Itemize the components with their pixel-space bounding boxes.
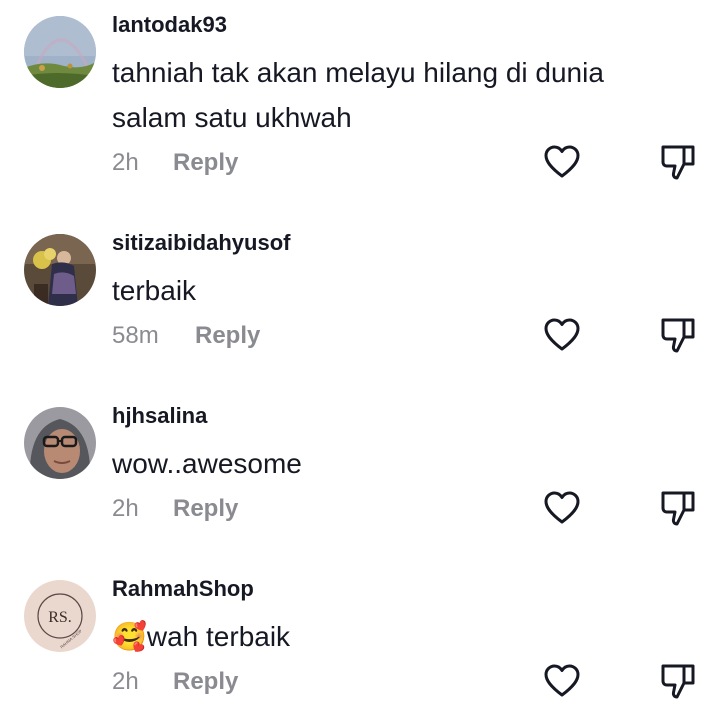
comment-username[interactable]: hjhsalina xyxy=(112,403,207,429)
thumbs-down-outline-icon xyxy=(661,491,695,526)
dislike-button[interactable] xyxy=(658,315,698,355)
heart-outline-icon xyxy=(544,318,580,351)
reply-button[interactable]: Reply xyxy=(173,495,238,523)
reply-button[interactable]: Reply xyxy=(173,149,238,177)
avatar[interactable]: RS. RAHMA SHOP xyxy=(24,580,96,652)
dislike-button[interactable] xyxy=(658,661,698,701)
comment-username[interactable]: sitizaibidahyusof xyxy=(112,230,290,256)
logo-text: RS. xyxy=(48,609,72,626)
comment-text: 🥰wah terbaik xyxy=(112,614,672,659)
avatar[interactable] xyxy=(24,234,96,306)
comment-text: wow..awesome xyxy=(112,448,302,479)
comment-username[interactable]: lantodak93 xyxy=(112,12,227,38)
comment-username[interactable]: RahmahShop xyxy=(112,576,254,602)
comment-timestamp: 2h xyxy=(112,149,139,176)
heart-outline-icon xyxy=(544,664,580,697)
reply-button[interactable]: Reply xyxy=(173,668,238,696)
rainbow-landscape-avatar-image xyxy=(24,16,96,88)
woman-portrait-avatar-image xyxy=(24,234,96,306)
smiling-face-with-hearts-emoji: 🥰 xyxy=(112,620,147,653)
like-button[interactable] xyxy=(542,142,582,182)
heart-outline-icon xyxy=(544,491,580,524)
like-button[interactable] xyxy=(542,488,582,528)
comment-text: tahniah tak akan melayu hilang di dunia … xyxy=(112,50,672,140)
like-button[interactable] xyxy=(542,661,582,701)
dislike-button[interactable] xyxy=(658,142,698,182)
avatar[interactable] xyxy=(24,407,96,479)
thumbs-down-outline-icon xyxy=(661,145,695,180)
comment-timestamp: 58m xyxy=(112,322,159,349)
heart-outline-icon xyxy=(544,145,580,178)
thumbs-down-outline-icon xyxy=(661,318,695,353)
avatar[interactable] xyxy=(24,16,96,88)
comment-timestamp: 2h xyxy=(112,495,139,522)
comment-text: terbaik xyxy=(112,275,197,306)
dislike-button[interactable] xyxy=(658,488,698,528)
rs-logo-avatar-image: RS. RAHMA SHOP xyxy=(24,580,96,652)
woman-glasses-avatar-image xyxy=(24,407,96,479)
comment-timestamp: 2h xyxy=(112,668,139,695)
comment-text-line: salam satu ukhwah xyxy=(112,102,352,133)
like-button[interactable] xyxy=(542,315,582,355)
thumbs-down-outline-icon xyxy=(661,664,695,699)
reply-button[interactable]: Reply xyxy=(195,322,260,350)
comment-text-body: wah terbaik xyxy=(146,621,291,652)
comment-text-line: tahniah tak akan melayu hilang di dunia xyxy=(112,57,604,88)
